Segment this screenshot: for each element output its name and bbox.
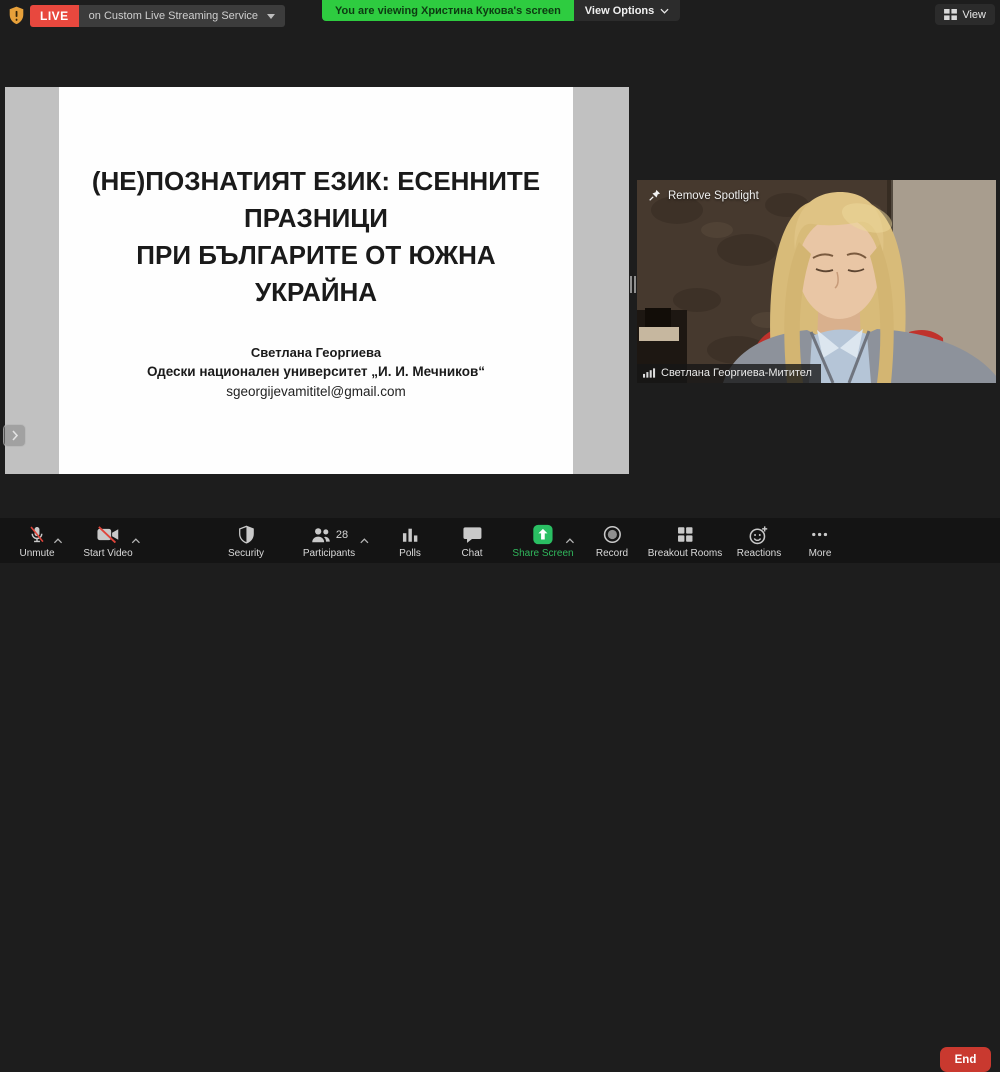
share-screen-icon	[533, 525, 554, 544]
chat-button[interactable]: Chat	[461, 525, 482, 559]
viewing-banner: You are viewing Христина Кукова's screen	[322, 0, 574, 21]
participant-video-feed[interactable]: Remove Spotlight Светлана Георгиева-Мити…	[637, 180, 996, 383]
video-options-chevron-icon[interactable]	[131, 531, 140, 549]
slide-email: sgeorgijevamititel@gmail.com	[59, 383, 573, 401]
reactions-button[interactable]: Reactions	[737, 525, 781, 559]
polls-icon	[401, 525, 419, 544]
share-screen-button[interactable]: Share Screen	[512, 525, 573, 559]
breakout-rooms-button[interactable]: Breakout Rooms	[648, 525, 722, 559]
slide-author-block: Светлана Георгиева Одески национален уни…	[59, 344, 573, 401]
participant-name-tag: Светлана Георгиева-Митител	[637, 364, 821, 383]
participants-button[interactable]: 28 Participants	[303, 525, 355, 559]
more-label: More	[809, 548, 832, 559]
camera-off-icon	[96, 525, 119, 544]
pushpin-icon	[648, 189, 661, 202]
meeting-toolbar: Unmute Start Video Security 28 Participa…	[0, 518, 1000, 563]
participant-name: Светлана Георгиева-Митител	[661, 367, 812, 379]
stream-service-dropdown[interactable]: on Custom Live Streaming Service	[79, 5, 285, 27]
view-options-label: View Options	[585, 5, 654, 17]
unmute-label: Unmute	[19, 548, 54, 559]
slide-title: (НЕ)ПОЗНАТИЯТ ЕЗИК: ЕСЕННИТЕ ПРАЗНИЦИ ПР…	[59, 87, 573, 311]
record-label: Record	[596, 548, 628, 559]
video-scene	[637, 180, 996, 383]
record-icon	[603, 525, 622, 544]
view-options-dropdown[interactable]: View Options	[574, 0, 680, 21]
record-button[interactable]: Record	[596, 525, 628, 559]
chevron-down-icon	[660, 8, 669, 14]
more-icon	[811, 525, 829, 544]
slide-title-line: УКРАЙНА	[59, 274, 573, 311]
unmute-options-chevron-icon[interactable]	[53, 531, 62, 549]
remove-spotlight-button[interactable]: Remove Spotlight	[648, 189, 759, 202]
caret-down-icon	[267, 14, 275, 19]
share-screen-label: Share Screen	[512, 548, 573, 559]
breakout-rooms-label: Breakout Rooms	[648, 548, 722, 559]
chat-icon	[462, 525, 482, 544]
gallery-grid-icon	[944, 9, 957, 20]
start-video-button[interactable]: Start Video	[83, 525, 132, 559]
unmute-button[interactable]: Unmute	[19, 525, 54, 559]
remove-spotlight-label: Remove Spotlight	[668, 190, 759, 202]
participants-count: 28	[336, 529, 348, 541]
participants-label: Participants	[303, 548, 355, 559]
security-label: Security	[228, 548, 264, 559]
slide-title-line: (НЕ)ПОЗНАТИЯТ ЕЗИК: ЕСЕННИТЕ	[59, 163, 573, 200]
participants-icon	[310, 526, 332, 544]
chevron-right-icon	[11, 430, 19, 441]
screen-viewing-banner-group: You are viewing Христина Кукова's screen…	[322, 0, 680, 21]
more-button[interactable]: More	[809, 525, 832, 559]
panel-resize-handle[interactable]	[630, 276, 636, 293]
live-badge: LIVE	[30, 5, 79, 27]
presentation-slide: (НЕ)ПОЗНАТИЯТ ЕЗИК: ЕСЕННИТЕ ПРАЗНИЦИ ПР…	[59, 87, 573, 474]
signal-bars-icon	[643, 368, 656, 378]
start-video-label: Start Video	[83, 548, 132, 559]
security-button[interactable]: Security	[228, 525, 264, 559]
security-shield-icon	[238, 525, 255, 544]
slide-author: Светлана Георгиева	[59, 344, 573, 361]
mic-muted-icon	[27, 525, 46, 544]
warning-shield-icon[interactable]	[8, 5, 25, 26]
polls-label: Polls	[399, 548, 421, 559]
slide-title-line: ПРАЗНИЦИ	[59, 200, 573, 237]
reactions-icon	[749, 525, 769, 544]
slide-affiliation: Одески национален университет „И. И. Меч…	[59, 363, 573, 380]
live-stream-control[interactable]: LIVE on Custom Live Streaming Service	[30, 5, 285, 27]
polls-button[interactable]: Polls	[399, 525, 421, 559]
shared-screen-area: (НЕ)ПОЗНАТИЯТ ЕЗИК: ЕСЕННИТЕ ПРАЗНИЦИ ПР…	[5, 87, 629, 474]
next-slide-button[interactable]	[3, 424, 26, 447]
view-button-label: View	[962, 9, 986, 21]
view-button[interactable]: View	[935, 4, 995, 25]
participants-options-chevron-icon[interactable]	[360, 531, 369, 549]
stream-service-label: on Custom Live Streaming Service	[89, 10, 258, 22]
share-options-chevron-icon[interactable]	[565, 531, 574, 549]
reactions-label: Reactions	[737, 548, 781, 559]
slide-title-line: ПРИ БЪЛГАРИТЕ ОТ ЮЖНА	[59, 237, 573, 274]
breakout-rooms-icon	[676, 525, 693, 544]
end-meeting-button[interactable]: End	[940, 1047, 991, 1072]
chat-label: Chat	[461, 548, 482, 559]
